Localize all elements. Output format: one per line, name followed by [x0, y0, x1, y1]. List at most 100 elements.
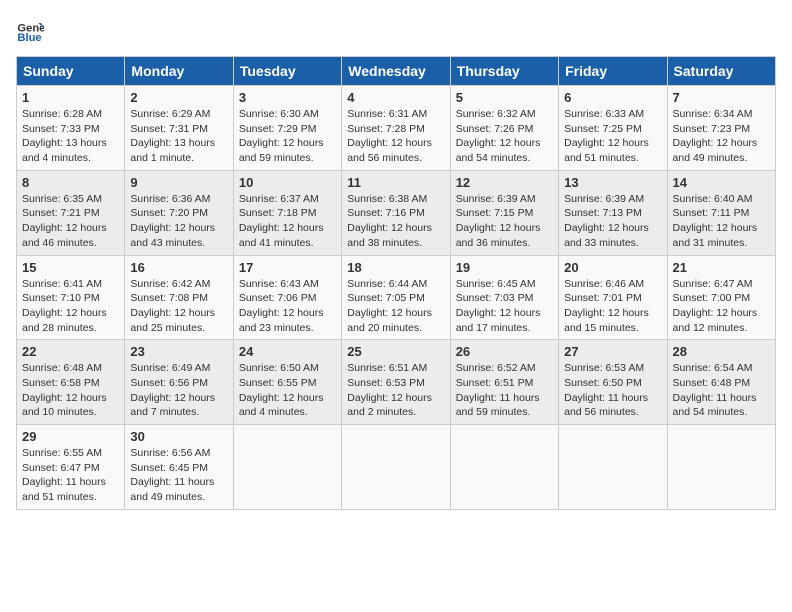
- header-monday: Monday: [125, 57, 233, 86]
- day-number: 9: [130, 175, 227, 190]
- sunrise-label: Sunrise: 6:55 AM: [22, 447, 102, 459]
- day-info: Sunrise: 6:41 AM Sunset: 7:10 PM Dayligh…: [22, 277, 119, 336]
- day-number: 5: [456, 90, 553, 105]
- daylight-label: Daylight: 12 hours and 25 minutes.: [130, 307, 215, 334]
- daylight-label: Daylight: 12 hours and 17 minutes.: [456, 307, 541, 334]
- sunset-label: Sunset: 7:31 PM: [130, 123, 208, 135]
- day-info: Sunrise: 6:45 AM Sunset: 7:03 PM Dayligh…: [456, 277, 553, 336]
- sunrise-label: Sunrise: 6:44 AM: [347, 278, 427, 290]
- sunset-label: Sunset: 7:28 PM: [347, 123, 425, 135]
- calendar-week-5: 29 Sunrise: 6:55 AM Sunset: 6:47 PM Dayl…: [17, 425, 776, 510]
- sunset-label: Sunset: 6:50 PM: [564, 377, 642, 389]
- day-info: Sunrise: 6:30 AM Sunset: 7:29 PM Dayligh…: [239, 107, 336, 166]
- sunset-label: Sunset: 6:53 PM: [347, 377, 425, 389]
- calendar-header: Sunday Monday Tuesday Wednesday Thursday…: [17, 57, 776, 86]
- day-number: 11: [347, 175, 444, 190]
- day-info: Sunrise: 6:28 AM Sunset: 7:33 PM Dayligh…: [22, 107, 119, 166]
- daylight-label: Daylight: 12 hours and 56 minutes.: [347, 137, 432, 164]
- day-info: Sunrise: 6:53 AM Sunset: 6:50 PM Dayligh…: [564, 361, 661, 420]
- daylight-label: Daylight: 12 hours and 10 minutes.: [22, 392, 107, 419]
- calendar-cell: 2 Sunrise: 6:29 AM Sunset: 7:31 PM Dayli…: [125, 86, 233, 171]
- sunrise-label: Sunrise: 6:54 AM: [673, 362, 753, 374]
- calendar-week-2: 8 Sunrise: 6:35 AM Sunset: 7:21 PM Dayli…: [17, 170, 776, 255]
- daylight-label: Daylight: 12 hours and 15 minutes.: [564, 307, 649, 334]
- day-info: Sunrise: 6:34 AM Sunset: 7:23 PM Dayligh…: [673, 107, 770, 166]
- daylight-label: Daylight: 12 hours and 28 minutes.: [22, 307, 107, 334]
- sunset-label: Sunset: 7:33 PM: [22, 123, 100, 135]
- day-number: 7: [673, 90, 770, 105]
- sunrise-label: Sunrise: 6:31 AM: [347, 108, 427, 120]
- sunset-label: Sunset: 7:01 PM: [564, 292, 642, 304]
- day-number: 10: [239, 175, 336, 190]
- calendar-week-1: 1 Sunrise: 6:28 AM Sunset: 7:33 PM Dayli…: [17, 86, 776, 171]
- calendar-cell: 7 Sunrise: 6:34 AM Sunset: 7:23 PM Dayli…: [667, 86, 775, 171]
- day-info: Sunrise: 6:55 AM Sunset: 6:47 PM Dayligh…: [22, 446, 119, 505]
- sunrise-label: Sunrise: 6:46 AM: [564, 278, 644, 290]
- day-number: 28: [673, 344, 770, 359]
- daylight-label: Daylight: 12 hours and 7 minutes.: [130, 392, 215, 419]
- day-number: 30: [130, 429, 227, 444]
- sunrise-label: Sunrise: 6:34 AM: [673, 108, 753, 120]
- sunset-label: Sunset: 7:21 PM: [22, 207, 100, 219]
- logo: General Blue: [16, 16, 48, 44]
- day-number: 23: [130, 344, 227, 359]
- day-info: Sunrise: 6:38 AM Sunset: 7:16 PM Dayligh…: [347, 192, 444, 251]
- sunset-label: Sunset: 7:00 PM: [673, 292, 751, 304]
- sunrise-label: Sunrise: 6:28 AM: [22, 108, 102, 120]
- day-number: 21: [673, 260, 770, 275]
- daylight-label: Daylight: 12 hours and 23 minutes.: [239, 307, 324, 334]
- sunset-label: Sunset: 6:51 PM: [456, 377, 534, 389]
- sunset-label: Sunset: 6:48 PM: [673, 377, 751, 389]
- sunrise-label: Sunrise: 6:43 AM: [239, 278, 319, 290]
- header-tuesday: Tuesday: [233, 57, 341, 86]
- sunset-label: Sunset: 7:23 PM: [673, 123, 751, 135]
- header-thursday: Thursday: [450, 57, 558, 86]
- day-number: 1: [22, 90, 119, 105]
- daylight-label: Daylight: 13 hours and 1 minute.: [130, 137, 215, 164]
- sunset-label: Sunset: 6:55 PM: [239, 377, 317, 389]
- day-info: Sunrise: 6:32 AM Sunset: 7:26 PM Dayligh…: [456, 107, 553, 166]
- daylight-label: Daylight: 12 hours and 20 minutes.: [347, 307, 432, 334]
- sunrise-label: Sunrise: 6:42 AM: [130, 278, 210, 290]
- calendar-cell: 24 Sunrise: 6:50 AM Sunset: 6:55 PM Dayl…: [233, 340, 341, 425]
- daylight-label: Daylight: 12 hours and 4 minutes.: [239, 392, 324, 419]
- page-header: General Blue: [16, 16, 776, 44]
- day-number: 27: [564, 344, 661, 359]
- calendar-week-3: 15 Sunrise: 6:41 AM Sunset: 7:10 PM Dayl…: [17, 255, 776, 340]
- daylight-label: Daylight: 12 hours and 43 minutes.: [130, 222, 215, 249]
- day-info: Sunrise: 6:52 AM Sunset: 6:51 PM Dayligh…: [456, 361, 553, 420]
- sunrise-label: Sunrise: 6:32 AM: [456, 108, 536, 120]
- sunrise-label: Sunrise: 6:39 AM: [564, 193, 644, 205]
- calendar-body: 1 Sunrise: 6:28 AM Sunset: 7:33 PM Dayli…: [17, 86, 776, 510]
- daylight-label: Daylight: 12 hours and 33 minutes.: [564, 222, 649, 249]
- calendar-cell: 13 Sunrise: 6:39 AM Sunset: 7:13 PM Dayl…: [559, 170, 667, 255]
- daylight-label: Daylight: 12 hours and 46 minutes.: [22, 222, 107, 249]
- calendar-cell: 28 Sunrise: 6:54 AM Sunset: 6:48 PM Dayl…: [667, 340, 775, 425]
- calendar-cell: 1 Sunrise: 6:28 AM Sunset: 7:33 PM Dayli…: [17, 86, 125, 171]
- calendar-cell: [667, 425, 775, 510]
- sunrise-label: Sunrise: 6:45 AM: [456, 278, 536, 290]
- sunrise-label: Sunrise: 6:53 AM: [564, 362, 644, 374]
- day-info: Sunrise: 6:50 AM Sunset: 6:55 PM Dayligh…: [239, 361, 336, 420]
- sunset-label: Sunset: 7:26 PM: [456, 123, 534, 135]
- calendar-cell: 17 Sunrise: 6:43 AM Sunset: 7:06 PM Dayl…: [233, 255, 341, 340]
- day-info: Sunrise: 6:39 AM Sunset: 7:15 PM Dayligh…: [456, 192, 553, 251]
- day-info: Sunrise: 6:29 AM Sunset: 7:31 PM Dayligh…: [130, 107, 227, 166]
- calendar-cell: 21 Sunrise: 6:47 AM Sunset: 7:00 PM Dayl…: [667, 255, 775, 340]
- sunrise-label: Sunrise: 6:49 AM: [130, 362, 210, 374]
- day-info: Sunrise: 6:33 AM Sunset: 7:25 PM Dayligh…: [564, 107, 661, 166]
- logo-icon: General Blue: [16, 16, 44, 44]
- sunrise-label: Sunrise: 6:47 AM: [673, 278, 753, 290]
- calendar-week-4: 22 Sunrise: 6:48 AM Sunset: 6:58 PM Dayl…: [17, 340, 776, 425]
- sunset-label: Sunset: 7:13 PM: [564, 207, 642, 219]
- sunrise-label: Sunrise: 6:37 AM: [239, 193, 319, 205]
- day-number: 8: [22, 175, 119, 190]
- calendar-cell: 9 Sunrise: 6:36 AM Sunset: 7:20 PM Dayli…: [125, 170, 233, 255]
- daylight-label: Daylight: 12 hours and 51 minutes.: [564, 137, 649, 164]
- day-info: Sunrise: 6:54 AM Sunset: 6:48 PM Dayligh…: [673, 361, 770, 420]
- calendar-cell: [450, 425, 558, 510]
- header-row: Sunday Monday Tuesday Wednesday Thursday…: [17, 57, 776, 86]
- calendar-cell: 25 Sunrise: 6:51 AM Sunset: 6:53 PM Dayl…: [342, 340, 450, 425]
- header-friday: Friday: [559, 57, 667, 86]
- day-number: 20: [564, 260, 661, 275]
